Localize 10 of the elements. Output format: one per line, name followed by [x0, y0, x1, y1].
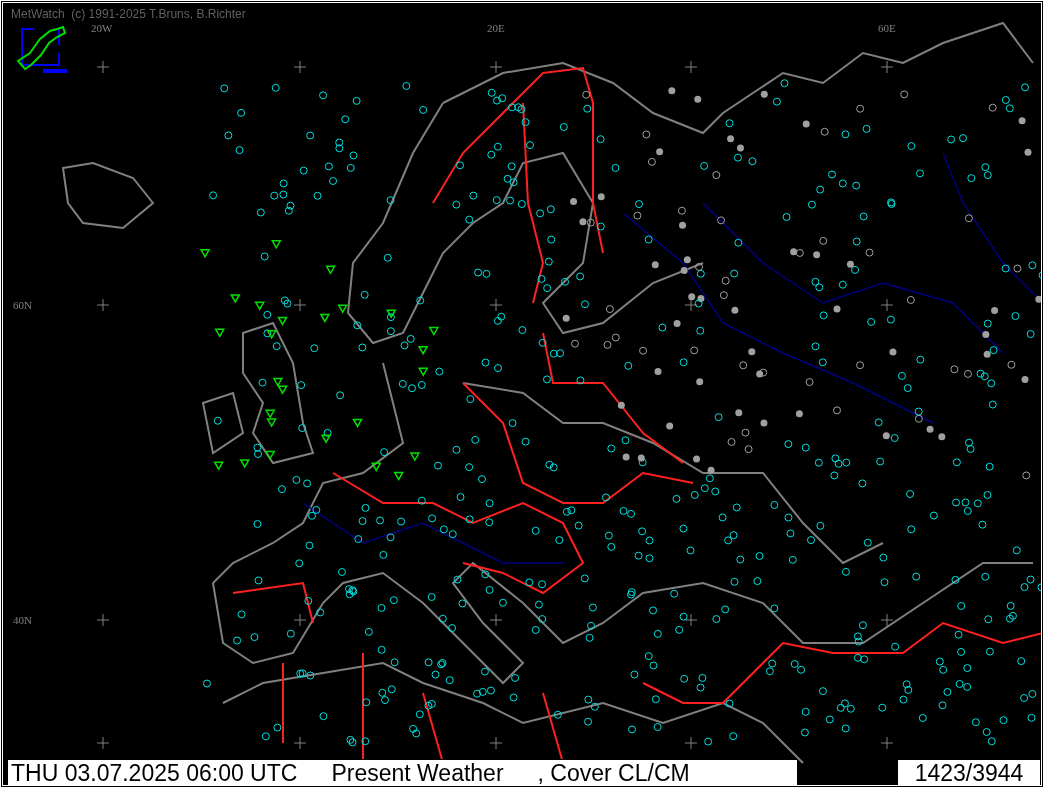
window-title: MetWatch (c) 1991-2025 T.Bruns, B.Richter: [11, 8, 246, 20]
parameter-label: Present Weather: [331, 762, 504, 785]
grid-label: 60N: [13, 300, 32, 311]
station-count: 1423/3944: [897, 759, 1041, 785]
grid-label: 40N: [13, 615, 32, 626]
grid-label: 60E: [878, 23, 896, 34]
overlay-label: , Cover CL/CM: [537, 762, 690, 785]
grid-label: 20W: [91, 23, 113, 34]
grid-label: 20E: [487, 23, 505, 34]
date-time: THU 03.07.2025 06:00 UTC: [11, 762, 298, 785]
